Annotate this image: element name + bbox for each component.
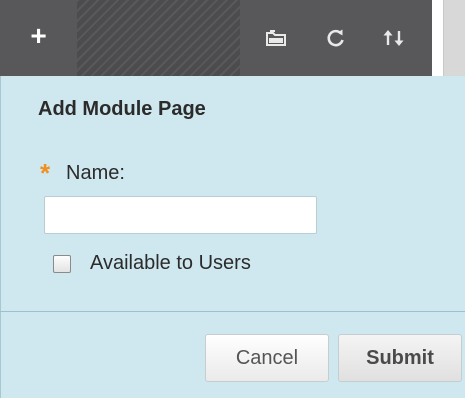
available-label[interactable]: Available to Users bbox=[90, 252, 251, 275]
reorder-button[interactable] bbox=[366, 0, 422, 76]
form-title: Add Module Page bbox=[38, 98, 206, 120]
required-star-icon: * bbox=[40, 158, 51, 188]
folder-icon bbox=[265, 29, 287, 47]
add-module-page-widget: + Add Module Page * Name: Available to U… bbox=[0, 0, 465, 398]
refresh-icon bbox=[326, 28, 346, 48]
cancel-button[interactable]: Cancel bbox=[205, 334, 329, 382]
submit-button[interactable]: Submit bbox=[338, 334, 462, 382]
available-checkbox[interactable] bbox=[53, 255, 71, 273]
plus-icon: + bbox=[30, 20, 47, 51]
name-label: Name: bbox=[66, 162, 125, 184]
drag-handle[interactable] bbox=[77, 0, 240, 76]
toolbar-gap bbox=[432, 0, 443, 76]
name-field[interactable] bbox=[44, 196, 317, 234]
scrollbar[interactable] bbox=[443, 0, 465, 76]
manage-folders-button[interactable] bbox=[248, 0, 304, 76]
toolbar: + bbox=[0, 0, 465, 76]
toolbar-actions bbox=[240, 0, 432, 76]
reorder-icon bbox=[382, 28, 406, 48]
refresh-button[interactable] bbox=[308, 0, 364, 76]
divider bbox=[0, 311, 465, 312]
add-menu-button[interactable]: + bbox=[0, 0, 77, 76]
